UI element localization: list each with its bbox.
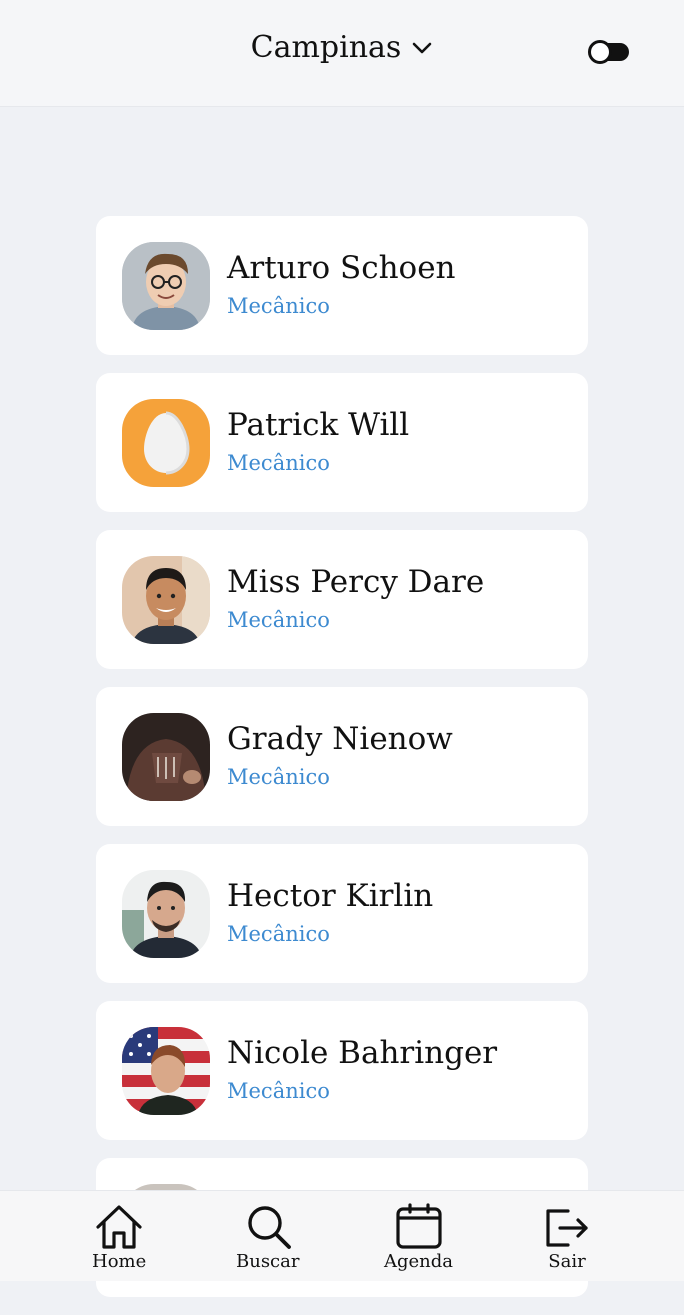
barber-avatar	[122, 242, 210, 330]
search-icon	[248, 1206, 291, 1249]
barber-role: Mecânico	[227, 1079, 330, 1103]
nav-agenda[interactable]: Agenda	[384, 1203, 453, 1272]
nav-agenda-label: Agenda	[384, 1251, 454, 1272]
nav-home-label: Home	[92, 1251, 147, 1272]
barber-name: Miss Percy Dare	[227, 564, 485, 600]
barber-role: Mecânico	[227, 608, 330, 632]
barber-name: Hector Kirlin	[227, 878, 434, 914]
nav-logout[interactable]: Sair	[542, 1203, 592, 1272]
barber-avatar	[122, 713, 210, 801]
calendar-icon	[395, 1203, 442, 1249]
barber-avatar	[122, 870, 210, 958]
chevron-down-icon	[413, 42, 432, 53]
nav-home[interactable]: Home	[92, 1203, 146, 1272]
barber-avatar	[122, 556, 210, 644]
barber-role: Mecânico	[227, 922, 330, 946]
barber-card[interactable]: Hector Kirlin Mecânico	[96, 844, 588, 983]
barber-list: Arturo Schoen Mecânico Patrick Will Mecâ…	[96, 216, 588, 1315]
barber-name: Nicole Bahringer	[227, 1035, 498, 1071]
logout-icon	[546, 1209, 588, 1247]
home-icon	[96, 1205, 142, 1249]
toggle-icon[interactable]	[586, 38, 632, 66]
city-name: Campinas	[250, 30, 402, 65]
barber-name: Arturo Schoen	[227, 250, 456, 286]
barber-card[interactable]: Arturo Schoen Mecânico	[96, 216, 588, 355]
bottom-navigation: Home Buscar Agenda Sair	[0, 1190, 684, 1281]
barber-role: Mecânico	[227, 765, 330, 789]
nav-search[interactable]: Buscar	[236, 1203, 299, 1272]
nav-search-label: Buscar	[236, 1251, 300, 1272]
top-bar: Campinas	[0, 0, 684, 107]
barber-name: Grady Nienow	[227, 721, 453, 757]
nav-logout-label: Sair	[548, 1251, 586, 1272]
city-selector[interactable]: Campinas	[0, 30, 684, 65]
default-avatar-egg-icon	[122, 399, 210, 487]
barber-card[interactable]: Grady Nienow Mecânico	[96, 687, 588, 826]
barber-card[interactable]: Miss Percy Dare Mecânico	[96, 530, 588, 669]
barber-role: Mecânico	[227, 294, 330, 318]
barber-name: Patrick Will	[227, 407, 410, 443]
barber-role: Mecânico	[227, 451, 330, 475]
barber-card[interactable]: Nicole Bahringer Mecânico	[96, 1001, 588, 1140]
barber-card[interactable]: Patrick Will Mecânico	[96, 373, 588, 512]
barber-avatar	[122, 1027, 210, 1115]
